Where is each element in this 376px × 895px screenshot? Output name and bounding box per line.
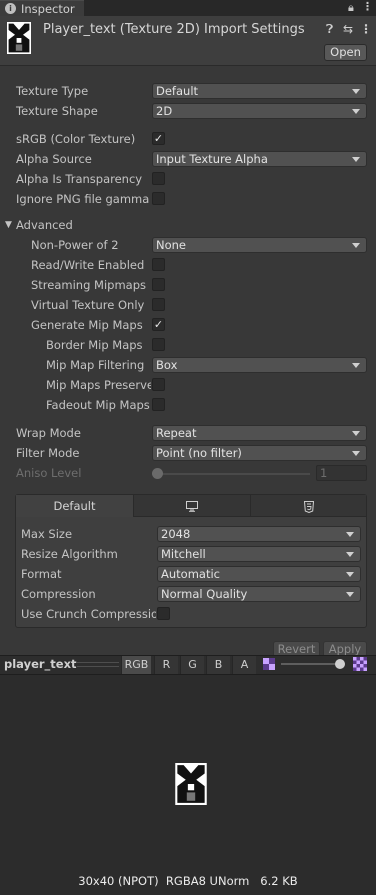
page-title: Player_text (Texture 2D) Import Settings bbox=[43, 22, 305, 37]
wrap-mode-dropdown[interactable]: Repeat bbox=[152, 425, 367, 441]
wrap-mode-label: Wrap Mode bbox=[16, 426, 81, 440]
format-dropdown[interactable]: Automatic bbox=[157, 566, 361, 582]
aniso-level-label: Aniso Level bbox=[16, 466, 82, 480]
tab-webgl-platform[interactable] bbox=[250, 495, 366, 517]
foldout-arrow-icon[interactable]: ▼ bbox=[5, 220, 12, 230]
aniso-level-slider-track[interactable] bbox=[152, 473, 310, 475]
virtual-texture-only-checkbox[interactable] bbox=[152, 298, 165, 311]
border-mip-maps-checkbox[interactable] bbox=[152, 338, 165, 351]
monitor-icon bbox=[186, 501, 198, 512]
filter-mode-dropdown[interactable]: Point (no filter) bbox=[152, 445, 367, 461]
aniso-level-field[interactable]: 1 bbox=[316, 465, 367, 481]
tab-default-platform[interactable]: Default bbox=[16, 495, 133, 517]
channel-a-button[interactable]: A bbox=[232, 656, 256, 674]
fadeout-mip-maps-label: Fadeout Mip Maps bbox=[46, 398, 150, 412]
alpha-source-dropdown[interactable]: Input Texture Alpha bbox=[152, 151, 367, 167]
texture-info-text: 30x40 (NPOT) RGBA8 UNorm 6.2 KB bbox=[78, 874, 298, 888]
alpha-source-label: Alpha Source bbox=[16, 152, 92, 166]
mip-large-icon bbox=[353, 657, 367, 671]
mip-map-filtering-label: Mip Map Filtering bbox=[46, 358, 145, 372]
ignore-png-gamma-checkbox[interactable] bbox=[152, 192, 165, 205]
generate-mip-maps-checkbox[interactable]: ✓ bbox=[152, 318, 165, 331]
border-mip-maps-label: Border Mip Maps bbox=[46, 338, 143, 352]
fadeout-mip-maps-checkbox[interactable] bbox=[152, 398, 165, 411]
channel-b-button[interactable]: B bbox=[206, 656, 230, 674]
mip-level-slider-thumb[interactable] bbox=[335, 659, 345, 669]
html5-icon bbox=[303, 500, 314, 513]
open-button[interactable]: Open bbox=[324, 44, 367, 61]
texture-type-dropdown[interactable]: Default bbox=[152, 83, 367, 99]
texture-preview-image bbox=[175, 763, 207, 805]
use-crunch-checkbox[interactable] bbox=[157, 607, 170, 620]
lock-icon[interactable]: 🔒︎ bbox=[348, 1, 354, 15]
texture-thumbnail-icon bbox=[7, 22, 31, 54]
virtual-texture-only-label: Virtual Texture Only bbox=[31, 298, 145, 312]
mip-map-filtering-dropdown[interactable]: Box bbox=[152, 357, 367, 373]
drag-handle[interactable] bbox=[77, 662, 119, 667]
resize-algorithm-label: Resize Algorithm bbox=[21, 547, 118, 561]
streaming-mipmaps-checkbox[interactable] bbox=[152, 278, 165, 291]
alpha-is-transparency-checkbox[interactable] bbox=[152, 172, 165, 185]
tab-standalone-platform[interactable] bbox=[133, 495, 250, 517]
mip-maps-preserve-label: Mip Maps Preserve bbox=[46, 378, 151, 392]
aniso-level-slider-thumb[interactable] bbox=[152, 468, 163, 479]
streaming-mipmaps-label: Streaming Mipmaps bbox=[31, 278, 147, 292]
texture-shape-dropdown[interactable]: 2D bbox=[152, 103, 367, 119]
format-label: Format bbox=[21, 567, 62, 581]
alpha-is-transparency-label: Alpha Is Transparency bbox=[16, 172, 143, 186]
mip-maps-preserve-checkbox[interactable] bbox=[152, 378, 165, 391]
texture-shape-label: Texture Shape bbox=[16, 104, 98, 118]
more-menu-icon[interactable]: ⋮ bbox=[362, 0, 373, 13]
info-icon: i bbox=[5, 3, 16, 14]
read-write-checkbox[interactable] bbox=[152, 258, 165, 271]
filter-mode-label: Filter Mode bbox=[16, 446, 80, 460]
compression-dropdown[interactable]: Normal Quality bbox=[157, 586, 361, 602]
srgb-label: sRGB (Color Texture) bbox=[16, 132, 136, 146]
channel-r-button[interactable]: R bbox=[154, 656, 178, 674]
use-crunch-label: Use Crunch Compressio bbox=[21, 607, 156, 621]
preset-settings-icon[interactable]: ⇆ bbox=[343, 22, 353, 36]
resize-algorithm-dropdown[interactable]: Mitchell bbox=[157, 546, 361, 562]
npot-dropdown[interactable]: None bbox=[152, 237, 367, 253]
channel-rgb-button[interactable]: RGB bbox=[121, 656, 151, 674]
more-options-icon[interactable]: ⋮ bbox=[360, 22, 372, 36]
texture-type-label: Texture Type bbox=[16, 84, 89, 98]
srgb-checkbox[interactable]: ✓ bbox=[152, 132, 165, 145]
channel-g-button[interactable]: G bbox=[180, 656, 204, 674]
ignore-png-gamma-label: Ignore PNG file gamma bbox=[16, 192, 150, 206]
compression-label: Compression bbox=[21, 587, 96, 601]
mip-small-icon bbox=[263, 658, 275, 670]
max-size-dropdown[interactable]: 2048 bbox=[157, 526, 361, 542]
help-icon[interactable]: ❓︎ bbox=[326, 22, 333, 37]
npot-label: Non-Power of 2 bbox=[31, 238, 119, 252]
preview-title: player_text bbox=[4, 657, 77, 671]
tab-inspector[interactable]: i Inspector bbox=[0, 0, 84, 16]
advanced-foldout[interactable]: Advanced bbox=[16, 218, 73, 232]
generate-mip-maps-label: Generate Mip Maps bbox=[31, 318, 143, 332]
max-size-label: Max Size bbox=[21, 527, 73, 541]
read-write-label: Read/Write Enabled bbox=[31, 258, 145, 272]
tab-label: Inspector bbox=[21, 2, 75, 16]
